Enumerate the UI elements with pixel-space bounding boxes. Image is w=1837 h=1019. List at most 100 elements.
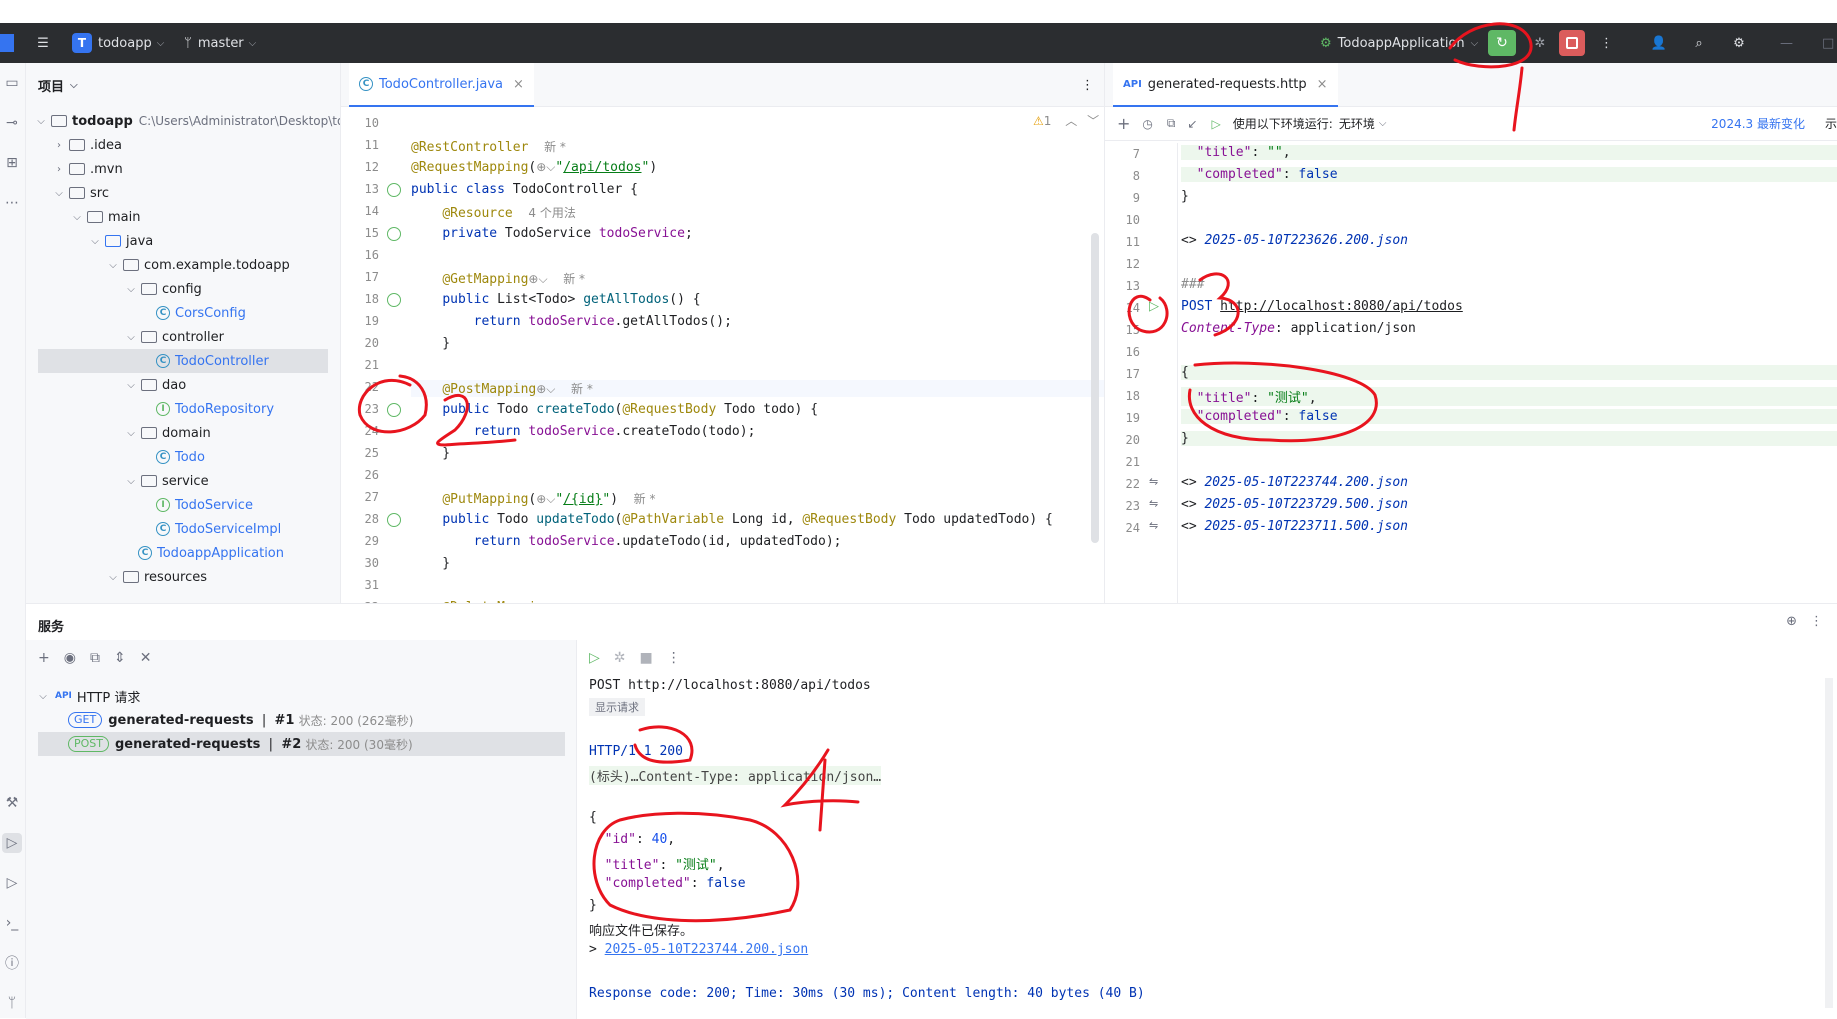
code-line[interactable]: "title": "", — [1181, 145, 1837, 160]
target-icon[interactable]: ⊕ — [1786, 614, 1797, 629]
tree-node[interactable]: ⌵ resources — [106, 565, 207, 589]
tree-node[interactable]: ⌵ dao — [124, 373, 186, 397]
debug-icon[interactable]: ✲ — [614, 650, 626, 666]
code-line[interactable]: @RestController 新 * — [411, 138, 566, 155]
saved-file-link[interactable]: 2025-05-10T223744.200.json — [605, 942, 809, 957]
code-line[interactable]: } — [1181, 431, 1837, 446]
tree-node[interactable]: ⌵ main — [70, 205, 140, 229]
inspection-widget[interactable]: ⚠1 ︿ ﹀ — [1033, 112, 1099, 129]
code-line[interactable]: } — [1181, 189, 1189, 204]
code-line[interactable]: } — [411, 336, 450, 351]
tree-node[interactable]: ⌵ java — [88, 229, 153, 253]
tab-todocontroller[interactable]: C TodoController.java × — [349, 63, 534, 107]
spring-bean-gutter-icon[interactable] — [387, 403, 401, 417]
code-line[interactable]: } — [411, 446, 450, 461]
code-line[interactable]: <> 2025-05-10T223626.200.json — [1181, 233, 1408, 248]
services-group-http[interactable]: ⌵ API HTTP 请求 — [36, 684, 140, 708]
tree-node[interactable]: ⌵ domain — [124, 421, 210, 445]
code-line[interactable]: return todoService.getAllTodos(); — [411, 314, 732, 329]
code-line[interactable]: public Todo updateTodo(@PathVariable Lon… — [411, 512, 1053, 527]
tree-node[interactable]: ⌵ src — [52, 181, 109, 205]
code-line[interactable]: public List<Todo> getAllTodos() { — [411, 292, 700, 307]
collapse-all-icon[interactable]: ✕ — [140, 650, 152, 666]
branch-switcher[interactable]: ᛘ master ⌵ — [184, 23, 256, 63]
editor-scrollbar[interactable] — [1091, 233, 1099, 543]
problems-icon[interactable]: ⓘ — [2, 953, 22, 973]
services-icon[interactable]: ▷ — [2, 833, 22, 853]
tree-node[interactable]: › .idea — [52, 133, 122, 157]
tree-node[interactable]: ⌵ com.example.todoapp — [106, 253, 290, 277]
tree-node[interactable]: C TodoServiceImpl — [156, 517, 281, 541]
code-line[interactable]: public Todo createTodo(@RequestBody Todo… — [411, 402, 818, 417]
chevron-up-icon[interactable]: ︿ — [1065, 114, 1077, 128]
git-icon[interactable]: ᛘ — [2, 993, 22, 1013]
code-line[interactable]: "completed": false — [1181, 409, 1837, 424]
code-line[interactable]: @Resource 4 个用法 — [411, 204, 576, 221]
code-line[interactable]: <> 2025-05-10T223729.500.json — [1181, 497, 1408, 512]
add-icon[interactable]: + — [38, 650, 50, 666]
tab-generated-requests[interactable]: API generated-requests.http × — [1113, 63, 1338, 107]
import-icon[interactable]: ↙ — [1187, 117, 1197, 131]
code-line[interactable]: { — [1181, 365, 1837, 380]
code-line[interactable]: } — [411, 556, 450, 571]
stop-icon[interactable]: ■ — [640, 650, 653, 666]
stop-button[interactable] — [1559, 30, 1585, 56]
minimize-icon[interactable]: — — [1780, 23, 1793, 63]
run-all-icon[interactable]: ▷ — [1212, 117, 1221, 131]
eye-icon[interactable]: ◉ — [64, 650, 76, 666]
close-icon[interactable]: × — [1317, 77, 1328, 92]
run-icon[interactable]: ▷ — [589, 650, 600, 666]
new-tab-icon[interactable]: ⧉ — [90, 650, 100, 666]
code-line[interactable]: return todoService.updateTodo(id, update… — [411, 534, 842, 549]
code-line[interactable]: "title": "测试", — [1181, 387, 1837, 406]
project-switcher[interactable]: T todoapp ⌵ — [72, 23, 164, 63]
tree-node[interactable]: C TodoappApplication — [138, 541, 284, 565]
tree-node-root[interactable]: ⌵ todoapp C:\Users\Administrator\Desktop\t… — [34, 109, 340, 133]
tree-node[interactable]: ⌵ service — [124, 469, 208, 493]
tree-node[interactable]: ⌵ controller — [124, 325, 224, 349]
compare-icon[interactable]: ⇋ — [1149, 519, 1158, 532]
services-item-selected[interactable]: POST generated-requests | #2 状态: 200 (30毫… — [38, 732, 565, 756]
tree-node[interactable]: › .mvn — [52, 157, 123, 181]
spring-bean-gutter-icon[interactable] — [387, 513, 401, 527]
copy-icon[interactable]: ⧉ — [1167, 116, 1176, 131]
tree-node-selected[interactable]: C TodoController — [38, 349, 328, 373]
request-line[interactable]: POST http://localhost:8080/api/todos — [1181, 299, 1463, 314]
tree-node[interactable]: C Todo — [156, 445, 205, 469]
tree-node[interactable]: I TodoService — [156, 493, 253, 517]
examples-link[interactable]: 示例 — [1825, 115, 1837, 132]
code-line[interactable]: <> 2025-05-10T223744.200.json — [1181, 475, 1408, 490]
commit-icon[interactable]: ⊸ — [2, 113, 22, 133]
main-menu-icon[interactable]: ☰ — [34, 23, 52, 63]
folder-icon[interactable]: ▭ — [2, 73, 22, 93]
search-icon[interactable]: ⌕ — [1690, 23, 1708, 63]
compare-icon[interactable]: ⇋ — [1149, 497, 1158, 510]
add-user-icon[interactable]: 👤 — [1650, 23, 1668, 63]
spring-bean-gutter-icon[interactable] — [387, 293, 401, 307]
tree-node[interactable]: C CorsConfig — [156, 301, 246, 325]
code-line[interactable]: @GetMapping⊕⌵ 新 * — [411, 270, 585, 287]
headers-fold[interactable]: (标头)…Content-Type: application/json… — [589, 766, 882, 785]
rerun-button[interactable]: ↻ — [1488, 30, 1516, 56]
code-line[interactable]: public class TodoController { — [411, 182, 638, 197]
code-line[interactable]: @RequestMapping(⊕⌵"/api/todos") — [411, 160, 657, 175]
compare-icon[interactable]: ⇋ — [1149, 475, 1158, 488]
show-request-button[interactable]: 显示请求 — [589, 698, 645, 716]
more-tabs-icon[interactable]: ⋮ — [1071, 63, 1104, 107]
chevron-down-icon[interactable]: ﹀ — [1087, 114, 1099, 128]
run-request-icon[interactable]: ▷ — [1149, 299, 1159, 314]
header-line[interactable]: Content-Type: application/json — [1181, 321, 1416, 336]
whats-new-link[interactable]: 2024.3 最新变化 — [1711, 115, 1805, 132]
code-line[interactable]: private TodoService todoService; — [411, 226, 692, 241]
tree-node[interactable]: I TodoRepository — [156, 397, 274, 421]
code-line[interactable]: <> 2025-05-10T223711.500.json — [1181, 519, 1408, 534]
run-config-selector[interactable]: ⚙ TodoappApplication ⌵ — [1320, 23, 1478, 63]
more-tools-icon[interactable]: ⋯ — [2, 193, 22, 213]
terminal-icon[interactable]: ›_ — [2, 913, 22, 933]
code-line[interactable]: @PutMapping(⊕⌵"/{id}") 新 * — [411, 490, 655, 507]
code-line[interactable]: ### — [1181, 277, 1204, 292]
code-line[interactable]: "completed": false — [1181, 167, 1837, 182]
project-panel-header[interactable]: 项目 ⌵ — [26, 63, 340, 107]
spring-bean-gutter-icon[interactable] — [387, 183, 401, 197]
code-line[interactable]: @PostMapping⊕⌵ 新 * — [411, 380, 1104, 397]
